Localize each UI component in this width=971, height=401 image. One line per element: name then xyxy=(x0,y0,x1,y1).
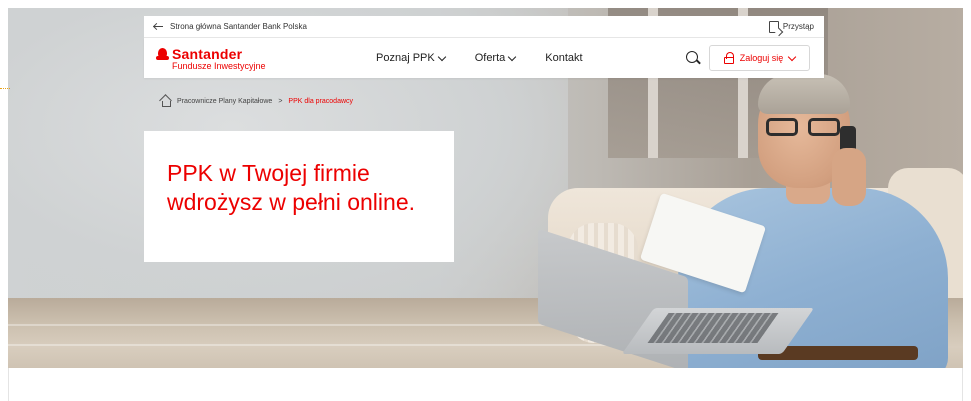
santander-logo[interactable]: Santander Fundusze Inwestycyjne xyxy=(156,46,306,71)
nav-item-oferta[interactable]: Oferta xyxy=(474,52,517,64)
breadcrumb-item-ppk[interactable]: Pracownicze Plany Kapitałowe xyxy=(177,98,272,105)
edge-marker xyxy=(0,88,10,90)
content-area xyxy=(8,368,963,401)
accessibility-link[interactable]: Przystąp xyxy=(768,20,814,33)
page-headline: PPK w Twojej firmie wdrożysz w pełni onl… xyxy=(167,159,454,217)
login-label: Zaloguj się xyxy=(739,53,784,63)
login-button[interactable]: Zaloguj się xyxy=(709,45,810,71)
nav-menu: Poznaj PPK Oferta Kontakt xyxy=(376,52,583,64)
logo-row: Santander xyxy=(156,46,306,62)
main-navigation: Santander Fundusze Inwestycyjne Poznaj P… xyxy=(144,38,824,78)
breadcrumb-separator: > xyxy=(278,97,283,105)
headline-line-1: PPK w Twojej firmie xyxy=(167,160,370,186)
back-to-bank-link[interactable]: Strona główna Santander Bank Polska xyxy=(154,22,307,31)
arrow-left-icon xyxy=(154,23,164,31)
santander-flame-icon xyxy=(156,47,169,60)
nav-item-poznaj-ppk[interactable]: Poznaj PPK xyxy=(376,52,446,64)
back-link-label: Strona główna Santander Bank Polska xyxy=(170,22,307,31)
nav-item-kontakt[interactable]: Kontakt xyxy=(545,52,582,64)
top-utility-bar: Strona główna Santander Bank Polska Przy… xyxy=(144,16,824,38)
document-icon xyxy=(768,20,779,33)
logo-name: Santander xyxy=(172,45,243,62)
home-icon[interactable] xyxy=(160,96,171,107)
person-hair xyxy=(758,74,850,114)
nav-item-label: Poznaj PPK xyxy=(376,52,435,64)
headline-line-2: wdrożysz w pełni online. xyxy=(167,189,416,215)
floor-line xyxy=(8,344,628,346)
search-icon[interactable] xyxy=(686,51,700,65)
chevron-down-icon xyxy=(508,52,517,61)
nav-item-label: Oferta xyxy=(474,52,506,64)
chevron-down-icon xyxy=(788,52,797,61)
access-label: Przystąp xyxy=(782,22,814,31)
nav-item-label: Kontakt xyxy=(545,52,583,64)
chevron-down-icon xyxy=(437,52,446,61)
breadcrumb: Pracownicze Plany Kapitałowe > PPK dla p… xyxy=(160,96,354,107)
lock-icon xyxy=(723,52,734,64)
headline-card: PPK w Twojej firmie wdrożysz w pełni onl… xyxy=(144,131,454,262)
person-hand xyxy=(832,148,866,206)
laptop-keyboard xyxy=(647,313,779,343)
logo-subtitle: Fundusze Inwestycyjne xyxy=(172,60,266,71)
person-glasses xyxy=(766,118,844,136)
floor-line xyxy=(8,324,628,326)
breadcrumb-current: PPK dla pracodawcy xyxy=(288,97,354,105)
